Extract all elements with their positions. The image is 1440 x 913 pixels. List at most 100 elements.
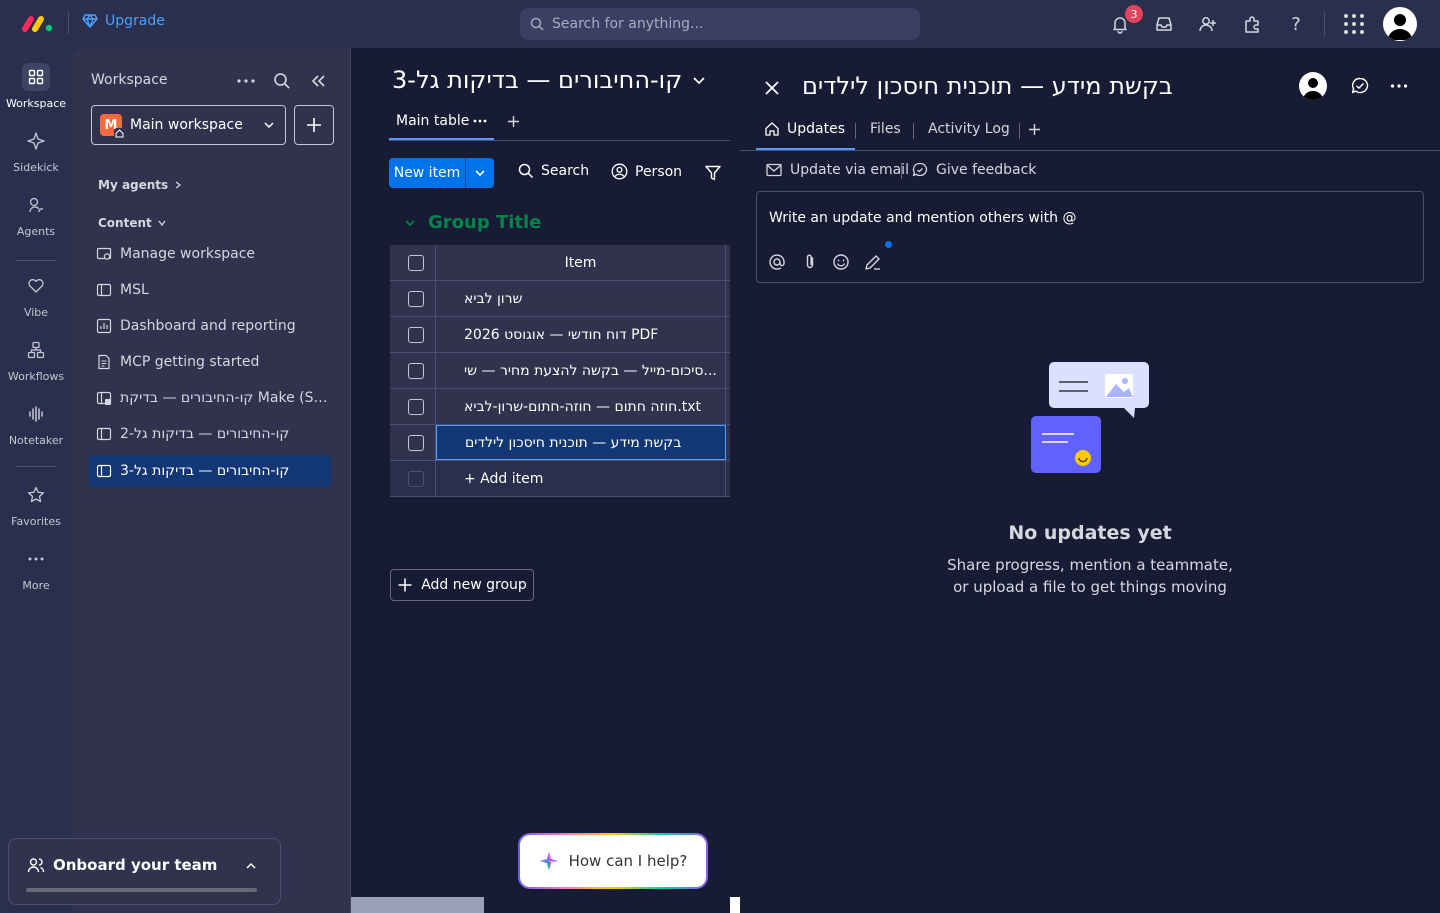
row-checkbox[interactable] — [407, 362, 424, 379]
item-name-cell[interactable]: שרון לביא — [436, 281, 726, 316]
table-row[interactable]: דוח חודשי — אוגוסט 2026 PDF — [390, 317, 730, 353]
new-item-button[interactable]: New item — [389, 158, 494, 188]
rail-workflows[interactable]: Workflows — [0, 336, 72, 383]
add-tab-icon[interactable] — [1028, 123, 1041, 136]
horizontal-scrollbar[interactable] — [351, 897, 484, 913]
chat-bubble-icon[interactable] — [1350, 76, 1370, 96]
onboard-team-card[interactable]: Onboard your team — [8, 838, 281, 905]
item-name-cell[interactable]: דוח חודשי — אוגוסט 2026 PDF — [436, 317, 726, 352]
help-icon[interactable]: ? — [1284, 12, 1308, 36]
ai-assistant-button[interactable]: How can I help? — [518, 833, 708, 889]
add-item-input[interactable]: + Add item — [436, 461, 726, 496]
row-checkbox[interactable] — [407, 290, 424, 307]
row-checkbox[interactable] — [407, 398, 424, 415]
board-title[interactable]: קו-החיבורים — בדיקות גל-3 — [392, 66, 706, 94]
row-checkbox[interactable] — [407, 326, 424, 343]
invite-members-icon[interactable] — [1196, 12, 1220, 36]
chevron-down-icon — [693, 77, 705, 85]
ai-write-icon[interactable] — [863, 252, 883, 272]
item-title[interactable]: בקשת מידע — תוכנית חיסכון לילדים — [802, 72, 1173, 100]
search-bar[interactable]: Search for anything... — [520, 8, 920, 40]
rail-label: More — [22, 579, 50, 592]
tab-label: Files — [870, 121, 901, 137]
close-icon[interactable] — [763, 79, 781, 97]
workspace-item-wave2[interactable]: קו-החיבורים — בדיקות גל-2 — [89, 418, 331, 450]
table-row[interactable]: סיכום-מייל — בקשה להצעת מחיר — שי... — [390, 353, 730, 389]
add-row-checkbox — [407, 470, 424, 487]
emoji-icon[interactable] — [831, 252, 851, 272]
rail-agents[interactable]: Agents — [0, 191, 72, 238]
table-row[interactable]: חוזה חתום — חוזה-חתום-שרון-לביא.txt — [390, 389, 730, 425]
search-icon — [518, 163, 534, 179]
view-options-icon[interactable] — [472, 114, 488, 128]
feedback-icon — [912, 162, 928, 177]
inbox-icon[interactable] — [1152, 12, 1176, 36]
table-row[interactable]: שרון לביא — [390, 281, 730, 317]
workspace-item-label: Dashboard and reporting — [120, 318, 296, 334]
tab-files[interactable]: Files — [870, 121, 901, 137]
user-avatar[interactable] — [1383, 7, 1417, 41]
workspace-item-manage[interactable]: Manage workspace — [89, 238, 331, 270]
workspace-search-icon[interactable] — [273, 72, 291, 90]
person-filter-button[interactable]: Person — [611, 163, 682, 180]
workspace-item-wave3[interactable]: קו-החיבורים — בדיקות גל-3 — [89, 455, 331, 487]
rail-vibe[interactable]: Vibe — [0, 272, 72, 319]
table-row-selected[interactable]: בקשת מידע — תוכנית חיסכון לילדים — [390, 425, 730, 461]
apps-grid-icon[interactable] — [1342, 12, 1366, 36]
group-header[interactable]: Group Title — [404, 212, 541, 233]
apps-puzzle-icon[interactable] — [1240, 12, 1264, 36]
workspace-item-mcp[interactable]: MCP getting started — [89, 346, 331, 378]
rail-notetaker[interactable]: Notetaker — [0, 400, 72, 447]
content-heading[interactable]: Content — [98, 216, 166, 230]
chevron-up-icon[interactable] — [245, 860, 257, 872]
add-view-icon[interactable] — [507, 115, 520, 128]
rail-workspace[interactable]: Workspace — [0, 63, 72, 110]
select-all-checkbox[interactable] — [407, 254, 424, 271]
workspace-more-icon[interactable] — [236, 72, 256, 90]
top-bar: Upgrade Search for anything... 3 ? — [0, 0, 1440, 48]
my-agents-heading[interactable]: My agents — [98, 178, 182, 192]
tab-activity-log[interactable]: Activity Log — [928, 121, 1010, 137]
item-name-cell[interactable]: סיכום-מייל — בקשה להצעת מחיר — שי... — [436, 353, 726, 388]
mention-icon[interactable] — [767, 252, 787, 272]
upgrade-label: Upgrade — [105, 13, 165, 29]
rail-favorites[interactable]: Favorites — [0, 481, 72, 528]
board-table: Item שרון לביא דוח חודשי — אוגוסט 2026 P… — [390, 245, 730, 497]
monday-logo[interactable] — [22, 12, 54, 34]
add-new-group-button[interactable]: Add new group — [390, 569, 534, 601]
add-workspace-item-button[interactable] — [294, 105, 334, 145]
person-label: Person — [635, 163, 683, 180]
item-more-icon[interactable] — [1390, 78, 1408, 94]
update-via-email-button[interactable]: Update via email — [766, 162, 909, 178]
person-icon — [611, 163, 628, 180]
item-name-cell[interactable]: בקשת מידע — תוכנית חיסכון לילדים — [436, 425, 726, 460]
collapse-panel-icon[interactable] — [309, 72, 327, 90]
give-feedback-button[interactable]: Give feedback — [912, 162, 1036, 178]
attachment-icon[interactable] — [800, 252, 820, 272]
chevron-down-icon — [158, 220, 166, 227]
column-header-item[interactable]: Item — [436, 245, 726, 280]
workspace-item-make[interactable]: קו-החיבורים — בדיקת Make (Sh... — [89, 382, 331, 414]
mail-icon — [766, 163, 782, 177]
row-checkbox[interactable] — [407, 434, 424, 451]
rail-label: Workspace — [5, 97, 67, 110]
item-name-cell[interactable]: חוזה חתום — חוזה-חתום-שרון-לביא.txt — [436, 389, 726, 424]
new-item-dropdown-icon[interactable] — [465, 158, 494, 188]
diamond-icon — [82, 13, 98, 29]
item-owner-avatar[interactable] — [1299, 72, 1327, 100]
tab-main-table[interactable]: Main table — [396, 113, 469, 129]
workspace-selector[interactable]: M Main workspace — [91, 105, 286, 145]
composer-placeholder[interactable]: Write an update and mention others with … — [769, 210, 1076, 226]
workspace-item-msl[interactable]: MSL — [89, 274, 331, 306]
update-composer[interactable] — [756, 191, 1424, 283]
chevron-down-icon — [405, 219, 415, 226]
upgrade-button[interactable]: Upgrade — [82, 13, 165, 29]
filter-icon[interactable] — [704, 164, 722, 182]
add-item-row[interactable]: + Add item — [390, 461, 730, 497]
rail-more[interactable]: More — [0, 545, 72, 592]
tab-updates[interactable]: Updates — [764, 121, 845, 137]
board-search-button[interactable]: Search — [518, 163, 589, 179]
rail-sidekick[interactable]: Sidekick — [0, 127, 72, 174]
active-tab-underline — [389, 138, 494, 140]
workspace-item-dashboard[interactable]: Dashboard and reporting — [89, 310, 331, 342]
